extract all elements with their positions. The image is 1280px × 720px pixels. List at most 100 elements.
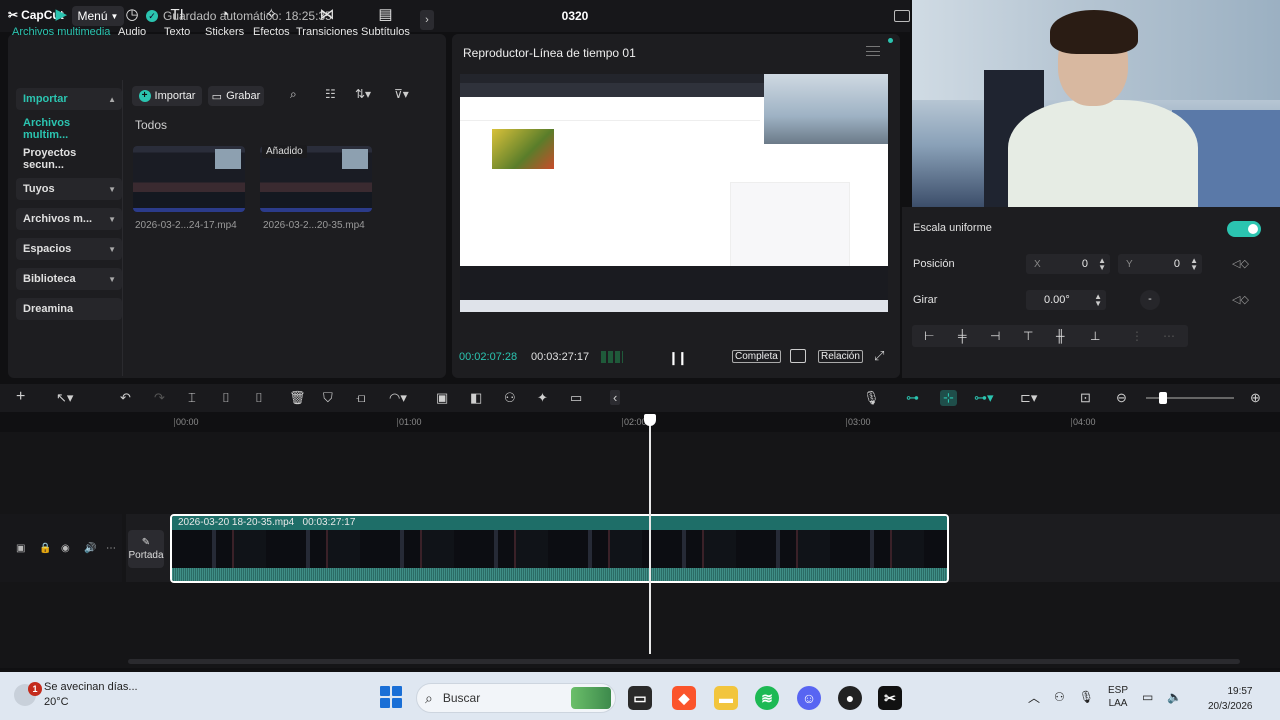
align-center-v-icon[interactable]: ╫: [1056, 329, 1065, 343]
split-icon[interactable]: ⌶: [188, 390, 196, 406]
clock[interactable]: 19:57 20/3/2026: [1208, 684, 1253, 714]
tab-media[interactable]: ▶ Archivos multimedia: [12, 6, 110, 38]
speaker-icon[interactable]: 🔈: [1167, 690, 1182, 704]
magic-icon[interactable]: ✦: [537, 390, 548, 406]
spotify-icon[interactable]: ≋: [755, 686, 779, 710]
select-tool-icon[interactable]: ↖▾: [56, 390, 73, 406]
tab-stickers[interactable]: ◔ Stickers: [205, 6, 244, 38]
zoom-in-icon[interactable]: ⊕: [1250, 390, 1261, 406]
sidebar-item-dreamina[interactable]: Dreamina: [16, 298, 122, 320]
video-preview[interactable]: [460, 74, 888, 312]
position-x-field[interactable]: X 0 ▲ ▼: [1026, 254, 1110, 274]
stepper-icon[interactable]: ▲ ▼: [1094, 293, 1102, 308]
tabs-next-button[interactable]: ›: [420, 10, 434, 30]
align-center-h-icon[interactable]: ╪: [958, 329, 967, 343]
keyframe-icon[interactable]: ◁◇: [1232, 257, 1249, 270]
sidebar-item-importar[interactable]: Importar ▲: [16, 88, 122, 110]
media-thumbnail[interactable]: [133, 146, 245, 212]
track-collapse-icon[interactable]: ▣: [16, 543, 25, 554]
align-bottom-icon[interactable]: ⊥: [1090, 329, 1100, 343]
file-explorer-icon[interactable]: ▬: [714, 686, 738, 710]
magnet-link-icon[interactable]: ⊶: [906, 390, 919, 406]
tab-transitions[interactable]: ⋈ Transiciones: [296, 6, 358, 38]
crop-icon[interactable]: [790, 349, 806, 363]
app-icon[interactable]: ●: [838, 686, 862, 710]
align-left-icon[interactable]: ⊢: [924, 329, 934, 343]
taskbar-search[interactable]: ⌕ Buscar: [416, 683, 616, 713]
collapse-icon[interactable]: ‹: [610, 390, 621, 405]
marker-icon[interactable]: ⛉: [323, 390, 333, 406]
view-toggle-icon[interactable]: ☷: [325, 87, 336, 101]
tab-audio[interactable]: ◷ Audio: [118, 6, 146, 38]
video-clip[interactable]: 2026-03-20 18-20-35.mp4 00:03:27:17: [170, 514, 949, 583]
quality-button[interactable]: Completa: [732, 350, 781, 363]
more-icon[interactable]: ⋯: [106, 543, 116, 554]
display-icon[interactable]: ▭: [1142, 690, 1153, 704]
chevron-up-icon[interactable]: ︿: [1028, 689, 1040, 706]
brave-browser-icon[interactable]: ◆: [672, 686, 696, 710]
window-layout-icon[interactable]: [894, 10, 910, 22]
filter-icon[interactable]: ⊽▾: [394, 87, 409, 101]
snap-icon[interactable]: ⊹: [940, 390, 957, 406]
lock-icon[interactable]: 🔒: [39, 543, 51, 554]
undo-icon[interactable]: ↶: [120, 390, 131, 406]
cover-button[interactable]: ✎ Portada: [128, 530, 164, 568]
split-right-icon[interactable]: ⌷: [255, 390, 263, 406]
playhead-handle[interactable]: [644, 414, 656, 426]
sidebar-item-biblioteca[interactable]: Biblioteca ▼: [16, 268, 122, 290]
delete-icon[interactable]: 🗑: [289, 390, 306, 406]
speed-icon[interactable]: ◠▾: [389, 390, 407, 406]
tab-subtitles[interactable]: ▤ Subtítulos: [361, 6, 410, 38]
tab-effects[interactable]: ✧ Efectos: [253, 6, 290, 38]
zoom-slider-handle[interactable]: [1159, 392, 1167, 404]
search-icon[interactable]: ⌕: [290, 87, 297, 102]
freeze-icon[interactable]: ▣: [436, 390, 448, 406]
rotate-dial-icon[interactable]: -: [1140, 290, 1160, 310]
eye-icon[interactable]: ◉: [61, 543, 70, 554]
task-view-icon[interactable]: ▭: [628, 686, 652, 710]
microphone-icon[interactable]: 🎙: [1079, 690, 1094, 704]
discord-icon[interactable]: ☺: [797, 686, 821, 710]
position-y-field[interactable]: Y 0 ▲ ▼: [1118, 254, 1202, 274]
import-button[interactable]: + Importar: [132, 86, 202, 106]
sidebar-item-proyectos-secundarios[interactable]: Proyectos secun...: [16, 147, 122, 171]
record-button[interactable]: ▭ Grabar: [208, 86, 264, 106]
hd-icon[interactable]: ▭: [570, 390, 582, 406]
playhead[interactable]: [649, 420, 651, 654]
timeline-scrollbar[interactable]: [128, 659, 1240, 664]
align-right-icon[interactable]: ⊣: [990, 329, 1000, 343]
align-top-icon[interactable]: ⊤: [1023, 329, 1033, 343]
aspect-ratio-button[interactable]: Relación: [818, 350, 863, 363]
fullscreen-icon[interactable]: ⤢: [874, 348, 884, 364]
sidebar-item-archivos-m[interactable]: Archivos m... ▼: [16, 208, 122, 230]
language-indicator[interactable]: ESP LAA: [1108, 684, 1128, 710]
preview-axis-icon[interactable]: ⊏▾: [1020, 390, 1037, 406]
sidebar-item-espacios[interactable]: Espacios ▼: [16, 238, 122, 260]
volume-icon[interactable]: 🔊: [84, 543, 96, 554]
stepper-icon[interactable]: ▲ ▼: [1190, 257, 1198, 272]
capcut-taskbar-icon[interactable]: ✂: [878, 686, 902, 710]
pause-icon[interactable]: ❙❙: [668, 350, 688, 366]
network-icon[interactable]: ⚇: [1054, 690, 1065, 704]
project-name[interactable]: 0320: [540, 9, 610, 23]
sidebar-item-archivos-multimedia[interactable]: Archivos multim...: [16, 117, 122, 141]
zoom-out-icon[interactable]: ⊖: [1116, 390, 1127, 406]
link-icon[interactable]: ⊶▾: [974, 390, 994, 406]
menu-icon[interactable]: [866, 46, 880, 56]
tab-text[interactable]: TI Texto: [164, 6, 190, 38]
add-track-icon[interactable]: +: [16, 388, 25, 406]
split-left-icon[interactable]: ⌷: [222, 390, 230, 406]
sort-icon[interactable]: ⇅▾: [355, 87, 371, 101]
rotate-field[interactable]: 0.00° ▲ ▼: [1026, 290, 1106, 310]
stepper-icon[interactable]: ▲ ▼: [1098, 257, 1106, 272]
keyframe-icon[interactable]: ◁◇: [1232, 293, 1249, 306]
windows-start-icon[interactable]: [380, 686, 402, 708]
crop-tool-icon[interactable]: ⟤: [356, 390, 366, 406]
uniform-scale-toggle[interactable]: [1227, 221, 1261, 237]
microphone-icon[interactable]: 🎙: [863, 390, 880, 406]
sidebar-item-tuyos[interactable]: Tuyos ▼: [16, 178, 122, 200]
mirror-icon[interactable]: ◧: [470, 390, 482, 406]
screen-icon[interactable]: ⊡: [1080, 390, 1091, 406]
remove-bg-icon[interactable]: ⚇: [504, 390, 516, 406]
weather-widget[interactable]: 1 Se avecinan días... 20°C: [14, 680, 138, 710]
